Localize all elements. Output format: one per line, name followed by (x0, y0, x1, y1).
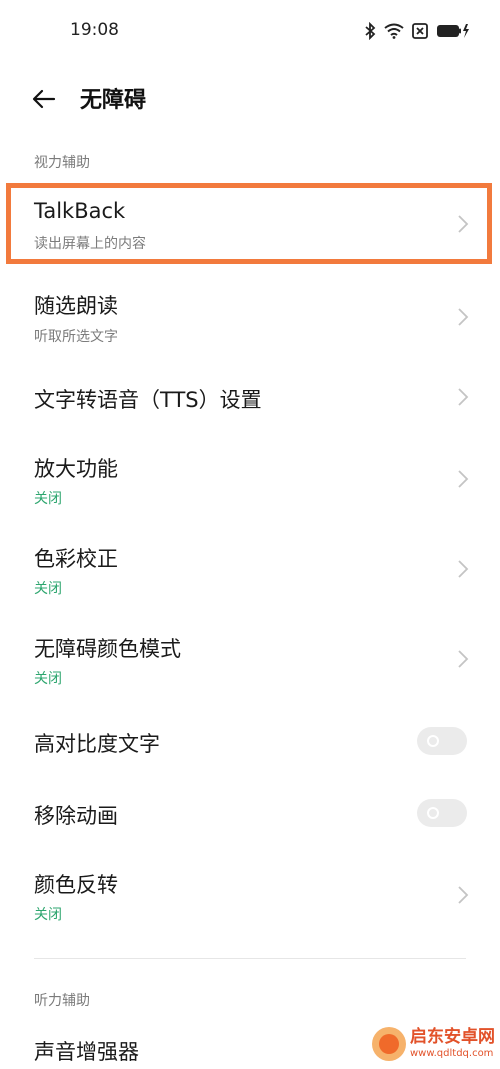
status-bar: 19:08 (0, 0, 500, 64)
remove-animations-item: 移除动画 (0, 782, 500, 844)
select-to-speak-item[interactable]: 随选朗读 听取所选文字 (0, 276, 500, 356)
chevron-right-icon (458, 470, 469, 488)
color-correction-item[interactable]: 色彩校正 关闭 (0, 530, 500, 610)
select-to-speak-title: 随选朗读 (34, 294, 118, 318)
color-inversion-title: 颜色反转 (34, 873, 118, 897)
chevron-right-icon (458, 308, 469, 326)
bluetooth-icon (364, 22, 376, 40)
high-contrast-toggle[interactable] (417, 727, 467, 755)
color-correction-status: 关闭 (34, 581, 62, 597)
accessibility-settings-screen: 19:08 无障碍 视力辅助 TalkBack 读出屏幕上的内容 随选朗读 听取… (0, 0, 500, 1069)
battery-charging-icon (436, 23, 470, 39)
select-to-speak-subtitle: 听取所选文字 (34, 329, 118, 345)
status-time: 19:08 (70, 20, 119, 40)
arrow-left-icon (32, 89, 56, 113)
color-mode-item[interactable]: 无障碍颜色模式 关闭 (0, 620, 500, 700)
section-header-hearing: 听力辅助 (34, 993, 90, 1009)
toggle-knob (427, 735, 439, 747)
magnification-status: 关闭 (34, 491, 62, 507)
watermark: 启东安卓网 www.qdltdq.com (372, 1022, 495, 1066)
high-contrast-text-title: 高对比度文字 (34, 732, 160, 756)
color-inversion-item[interactable]: 颜色反转 关闭 (0, 856, 500, 936)
status-icons (364, 20, 470, 42)
magnification-item[interactable]: 放大功能 关闭 (0, 440, 500, 520)
watermark-url: www.qdltdq.com (410, 1048, 494, 1059)
sound-amplifier-title: 声音增强器 (34, 1040, 139, 1064)
chevron-right-icon (458, 388, 469, 406)
highlight-box (6, 183, 492, 264)
chevron-right-icon (458, 886, 469, 904)
sim-x-icon (412, 23, 428, 39)
high-contrast-text-item: 高对比度文字 (0, 710, 500, 772)
color-mode-title: 无障碍颜色模式 (34, 637, 181, 661)
section-divider (34, 958, 466, 959)
color-inversion-status: 关闭 (34, 907, 62, 923)
remove-animations-title: 移除动画 (34, 804, 118, 828)
color-correction-title: 色彩校正 (34, 547, 118, 571)
chevron-right-icon (458, 560, 469, 578)
tts-settings-title: 文字转语音（TTS）设置 (34, 388, 262, 412)
page-title: 无障碍 (80, 88, 147, 113)
watermark-name: 启东安卓网 (410, 1027, 495, 1047)
chevron-right-icon (458, 650, 469, 668)
remove-animations-toggle[interactable] (417, 799, 467, 827)
section-header-vision: 视力辅助 (34, 155, 90, 171)
back-button[interactable] (26, 84, 62, 118)
wifi-icon (384, 23, 404, 39)
tts-settings-item[interactable]: 文字转语音（TTS）设置 (0, 362, 500, 434)
magnification-title: 放大功能 (34, 457, 118, 481)
toggle-knob (427, 807, 439, 819)
app-header: 无障碍 (0, 76, 500, 126)
watermark-logo-icon (372, 1027, 406, 1061)
color-mode-status: 关闭 (34, 671, 62, 687)
